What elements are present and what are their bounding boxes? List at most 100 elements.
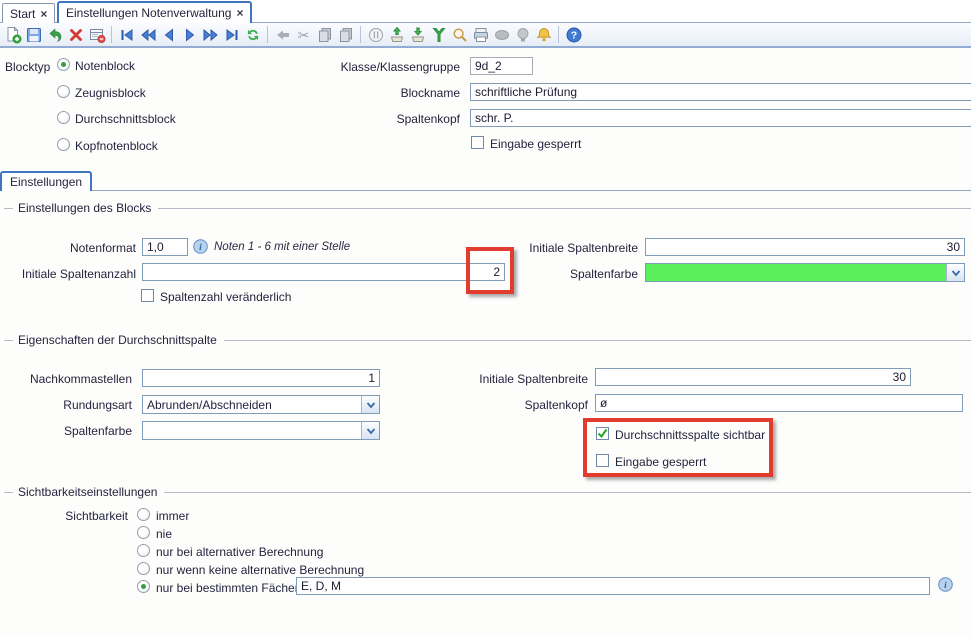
nav-next-icon xyxy=(181,26,199,44)
basket-import-button[interactable] xyxy=(386,24,407,45)
tab-start-close-icon[interactable]: × xyxy=(40,8,47,20)
tab-einstellungen-page[interactable]: Einstellungen xyxy=(0,171,92,191)
nav-next-button[interactable] xyxy=(179,24,200,45)
rundungsart-dropdown-button[interactable] xyxy=(361,396,379,413)
eingabe-gesperrt-checkbox[interactable] xyxy=(471,136,484,149)
chevron-down-icon xyxy=(366,401,376,409)
undo-icon xyxy=(46,26,64,44)
toolbar-separator xyxy=(111,26,112,43)
avg-spaltenfarbe-dropdown-button[interactable] xyxy=(361,422,379,439)
search-icon xyxy=(451,26,469,44)
blocktyp-label: Blocktyp xyxy=(5,60,50,74)
view-disabled-button[interactable] xyxy=(491,24,512,45)
svg-text:i: i xyxy=(199,243,202,253)
tab-start-label: Start xyxy=(10,7,35,21)
initiale-spaltenbreite-input[interactable] xyxy=(645,238,965,256)
initiale-spaltenanzahl-label: Initiale Spaltenanzahl xyxy=(0,267,136,281)
radio-sichtbarkeit-keine-alternative-label: nur wenn keine alternative Berechnung xyxy=(156,563,364,577)
nachkommastellen-input[interactable] xyxy=(142,369,380,387)
nachkommastellen-label: Nachkommastellen xyxy=(0,372,132,386)
nav-next-page-button[interactable] xyxy=(200,24,221,45)
radio-durchschnittsblock[interactable] xyxy=(57,111,70,124)
search-button[interactable] xyxy=(449,24,470,45)
radio-sichtbarkeit-keine-alternative[interactable] xyxy=(137,562,150,575)
radio-kopfnotenblock-label: Kopfnotenblock xyxy=(75,139,158,153)
spaltenkopf-input[interactable] xyxy=(470,109,971,127)
chevron-down-icon xyxy=(366,427,376,435)
radio-zeugnisblock-label: Zeugnisblock xyxy=(75,86,146,100)
spaltenfarbe-dropdown-button[interactable] xyxy=(946,264,964,281)
hint-disabled-button[interactable] xyxy=(512,24,533,45)
notenformat-label: Notenformat xyxy=(0,241,136,255)
group-block-settings-title: Einstellungen des Blocks xyxy=(4,201,971,215)
group-visibility-title-text: Sichtbarkeitseinstellungen xyxy=(18,485,157,499)
radio-sichtbarkeit-nie[interactable] xyxy=(137,526,150,539)
delete-button[interactable] xyxy=(65,24,86,45)
group-average-column-title: Eigenschaften der Durchschnittspalte xyxy=(4,333,971,347)
radio-notenblock[interactable] xyxy=(57,58,70,71)
edit-form-button[interactable] xyxy=(86,24,107,45)
notification-button[interactable] xyxy=(533,24,554,45)
spaltenfarbe-combobox[interactable] xyxy=(645,263,965,282)
nav-prev-button[interactable] xyxy=(158,24,179,45)
notenverwaltung-window: Start × Einstellungen Notenverwaltung × … xyxy=(0,0,971,638)
radio-sichtbarkeit-immer-label: immer xyxy=(156,509,189,523)
help-button[interactable]: ? xyxy=(563,24,584,45)
group-block-settings-title-text: Einstellungen des Blocks xyxy=(18,201,151,215)
radio-sichtbarkeit-alternative[interactable] xyxy=(137,544,150,557)
spaltenzahl-veraenderlich-checkbox[interactable] xyxy=(141,289,154,302)
faecher-input[interactable] xyxy=(296,577,930,595)
nav-last-button[interactable] xyxy=(221,24,242,45)
basket-import-icon xyxy=(388,26,406,44)
duplicate-button[interactable] xyxy=(335,24,356,45)
rundungsart-combobox[interactable]: Abrunden/Abschneiden xyxy=(142,395,380,414)
notification-icon xyxy=(535,26,553,44)
radio-sichtbarkeit-nie-label: nie xyxy=(156,527,172,541)
blockname-input[interactable] xyxy=(470,83,971,101)
klasse-input[interactable] xyxy=(470,57,533,75)
save-button[interactable] xyxy=(23,24,44,45)
help-icon: ? xyxy=(565,26,583,44)
radio-durchschnittsblock-label: Durchschnittsblock xyxy=(75,112,176,126)
avg-spaltenfarbe-combobox[interactable] xyxy=(142,421,380,440)
svg-text:i: i xyxy=(944,581,947,591)
settings-tabbar-divider xyxy=(0,190,971,191)
nav-first-button[interactable] xyxy=(116,24,137,45)
chevron-down-icon xyxy=(951,269,961,277)
avg-initiale-spaltenbreite-input[interactable] xyxy=(595,368,911,386)
radio-sichtbarkeit-faecher[interactable] xyxy=(137,580,150,593)
avg-eingabe-gesperrt-checkbox[interactable] xyxy=(596,454,609,467)
refresh-button[interactable] xyxy=(242,24,263,45)
spaltenkopf-label: Spaltenkopf xyxy=(310,112,460,126)
new-record-button[interactable] xyxy=(2,24,23,45)
radio-kopfnotenblock[interactable] xyxy=(57,138,70,151)
print-icon xyxy=(472,26,490,44)
copy-button[interactable] xyxy=(314,24,335,45)
tab-einstellungen-notenverwaltung[interactable]: Einstellungen Notenverwaltung × xyxy=(57,1,252,23)
notenformat-input[interactable] xyxy=(142,238,188,256)
radio-sichtbarkeit-immer[interactable] xyxy=(137,508,150,521)
faecher-info-icon: i xyxy=(938,577,953,597)
basket-export-button[interactable] xyxy=(407,24,428,45)
back-arrow-button[interactable] xyxy=(272,24,293,45)
merge-button[interactable] xyxy=(428,24,449,45)
toolbar-separator xyxy=(558,26,559,43)
nav-prev-page-icon xyxy=(139,26,157,44)
spaltenfarbe-label: Spaltenfarbe xyxy=(450,267,638,281)
tab-einstellungen-page-label: Einstellungen xyxy=(10,175,82,189)
radio-sichtbarkeit-faecher-label: nur bei bestimmten Fächern: xyxy=(156,581,309,595)
avg-spaltenkopf-input[interactable] xyxy=(595,394,963,412)
undo-button[interactable] xyxy=(44,24,65,45)
tab-start[interactable]: Start × xyxy=(2,3,55,23)
tab-einstellungen-close-icon[interactable]: × xyxy=(236,7,243,19)
nav-first-icon xyxy=(118,26,136,44)
radio-notenblock-label: Notenblock xyxy=(75,59,135,73)
radio-zeugnisblock[interactable] xyxy=(57,85,70,98)
avg-spaltenkopf-label: Spaltenkopf xyxy=(400,398,588,412)
nav-prev-page-button[interactable] xyxy=(137,24,158,45)
print-button[interactable] xyxy=(470,24,491,45)
durchschnittsspalte-sichtbar-checkbox[interactable] xyxy=(596,427,609,440)
nav-next-page-icon xyxy=(202,26,220,44)
record-options-button[interactable] xyxy=(365,24,386,45)
cut-button[interactable]: ✂ xyxy=(293,24,314,45)
